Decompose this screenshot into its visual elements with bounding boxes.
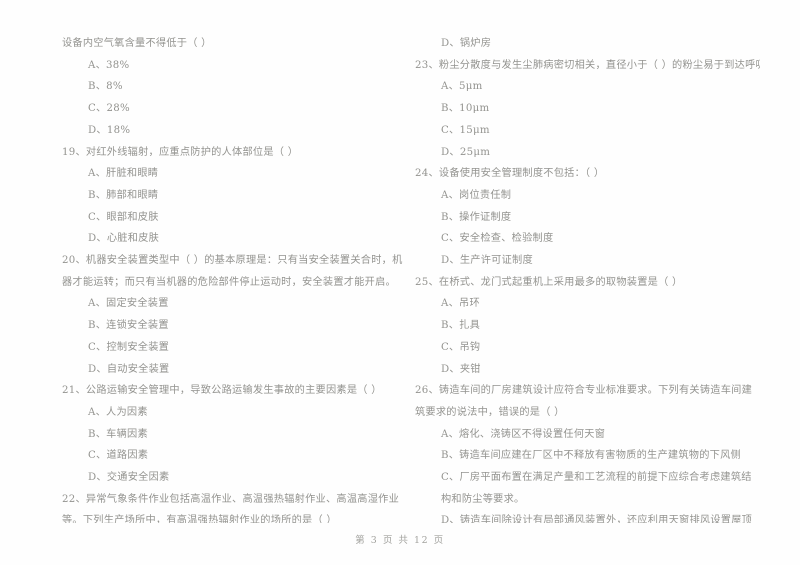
option-item: D、锅炉房 <box>441 38 492 49</box>
option-item: A、固定安全装置 <box>88 298 169 310</box>
question-stem: 24、设备使用安全管理制度不包括：（ ） <box>415 168 605 180</box>
option-item: A、吊环 <box>441 298 480 310</box>
question-stem: 26、铸造车间的厂房建筑设计应符合专业标准要求。下列有关铸造车间建筑要求的说法中… <box>415 385 753 418</box>
option-item: B、8% <box>88 81 123 93</box>
option-item: C、安全检查、检验制度 <box>441 233 554 245</box>
question-stem: 20、机器安全装置类型中（ ）的基本原理是：只有当安全装置关合时，机器才能运转；… <box>62 255 403 288</box>
option-item: B、扎具 <box>441 320 481 332</box>
option-item: C、控制安全装置 <box>88 341 170 353</box>
option-item: C、厂房平面布置在满足产量和工艺流程的前提下应综合考虑建筑结构和防尘等要求。 <box>441 472 752 505</box>
question-stem: 19、对红外线辐射，应重点防护的人体部位是（ ） <box>62 146 299 158</box>
two-column-body: 设备内空气氧含量不得低于（ ） A、38% B、8% C、28% D、18% 19、对红外… <box>0 33 800 523</box>
option-item: D、交通安全因素 <box>88 472 170 484</box>
option-item: C、吊钩 <box>441 341 481 353</box>
option-item: C、眼部和皮肤 <box>88 211 159 223</box>
option-item: C、道路因素 <box>88 450 149 462</box>
option-item: B、车辆因素 <box>88 428 148 440</box>
option-item: A、38% <box>88 59 130 71</box>
option-item: A、岗位责任制 <box>441 189 512 201</box>
option-item: B、10μm <box>441 103 490 115</box>
option-item: A、人为因素 <box>88 406 148 418</box>
question-stem: 25、在桥式、龙门式起重机上采用最多的取物装置是（ ） <box>415 276 683 288</box>
left-column: 设备内空气氧含量不得低于（ ） A、38% B、8% C、28% D、18% 19、对红外… <box>62 33 407 523</box>
right-column: D、锅炉房 23、粉尘分散度与发生尘肺病密切相关，直径小于（ ）的粉尘易于到达呼吸… <box>415 33 760 523</box>
option-item: A、熔化、浇铸区不得设置任何天窗 <box>441 428 606 440</box>
option-item: D、夹钳 <box>441 363 481 375</box>
option-item: D、自动安全装置 <box>88 363 170 375</box>
option-item: C、15μm <box>441 124 490 136</box>
option-item: B、操作证制度 <box>441 211 512 223</box>
option-item: D、生产许可证制度 <box>441 255 533 267</box>
question-stem-continuation: 设备内空气氧含量不得低于（ ） <box>62 38 212 49</box>
option-item: B、肺部和眼睛 <box>88 189 159 201</box>
option-item: D、25μm <box>441 146 491 158</box>
question-stem: 22、异常气象条件作业包括高温作业、高温强热辐射作业、高温高湿作业等。下列生产场… <box>62 493 400 523</box>
option-item: D、心脏和皮肤 <box>88 233 160 245</box>
exam-page: 设备内空气氧含量不得低于（ ） A、38% B、8% C、28% D、18% 19、对红外… <box>0 0 800 565</box>
page-footer: 第 3 页 共 12 页 <box>355 535 445 546</box>
option-item: C、28% <box>88 103 130 115</box>
option-item: A、5μm <box>441 81 483 93</box>
option-item: B、连锁安全装置 <box>88 320 169 332</box>
option-item: D、18% <box>88 124 131 136</box>
question-stem: 21、公路运输安全管理中，导致公路运输发生事故的主要因素是（ ） <box>62 385 382 397</box>
question-stem: 23、粉尘分散度与发生尘肺病密切相关，直径小于（ ）的粉尘易于到达呼吸器官的深部… <box>415 59 760 71</box>
option-item: B、铸造车间应建在厂区中不释放有害物质的生产建筑物的下风侧 <box>441 450 741 462</box>
option-item: D、铸造车间除设计有局部通风装置外，还应利用天窗排风设置屋顶通风器 <box>441 515 753 523</box>
option-item: A、肝脏和眼睛 <box>88 168 159 180</box>
